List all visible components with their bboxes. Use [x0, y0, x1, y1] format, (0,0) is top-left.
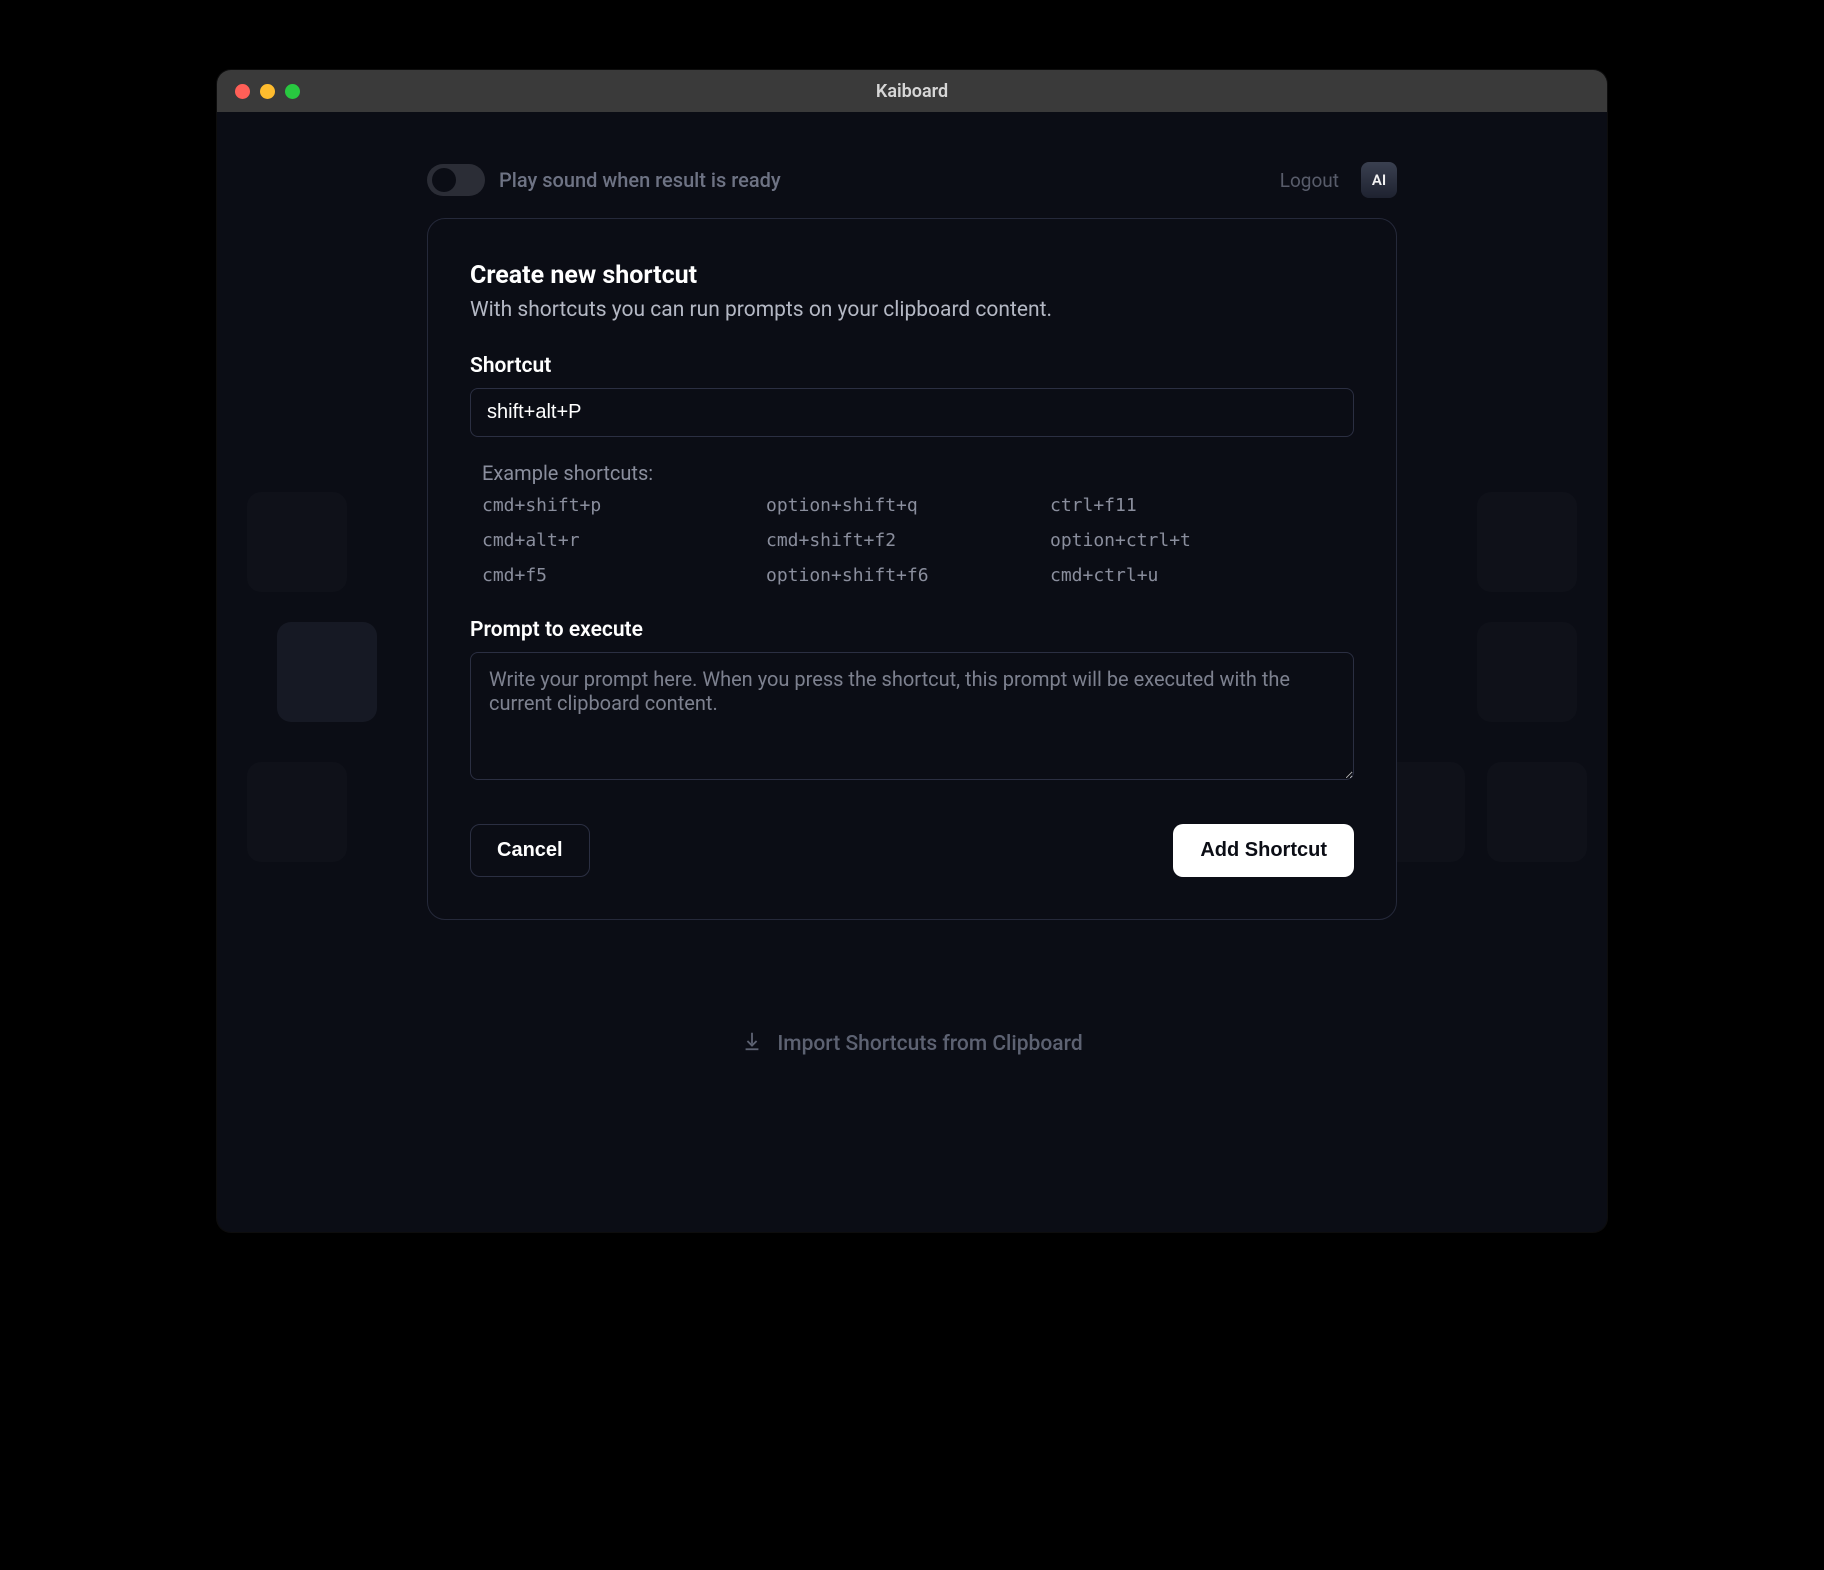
traffic-lights	[217, 84, 300, 99]
top-bar: Play sound when result is ready Logout A…	[427, 162, 1397, 198]
create-shortcut-card: Create new shortcut With shortcuts you c…	[427, 218, 1397, 920]
app-window: Kaiboard	[217, 70, 1607, 1232]
sound-toggle-group: Play sound when result is ready	[427, 164, 781, 196]
card-title: Create new shortcut	[470, 261, 1354, 290]
minimize-window-button[interactable]	[260, 84, 275, 99]
prompt-label: Prompt to execute	[470, 618, 1354, 642]
example-shortcut: cmd+ctrl+u	[1050, 565, 1314, 586]
examples-grid: cmd+shift+p option+shift+q ctrl+f11 cmd+…	[470, 495, 1354, 586]
examples-label: Example shortcuts:	[470, 461, 1354, 485]
window-title: Kaiboard	[217, 81, 1607, 102]
user-area: Logout AI	[1280, 162, 1397, 198]
button-row: Cancel Add Shortcut	[470, 824, 1354, 877]
sound-toggle[interactable]	[427, 164, 485, 196]
example-shortcut: option+shift+q	[766, 495, 1030, 516]
example-shortcut: option+ctrl+t	[1050, 530, 1314, 551]
shortcut-input[interactable]	[470, 388, 1354, 437]
cancel-button[interactable]: Cancel	[470, 824, 590, 877]
prompt-textarea[interactable]	[470, 652, 1354, 780]
example-shortcut: option+shift+f6	[766, 565, 1030, 586]
add-shortcut-button[interactable]: Add Shortcut	[1173, 824, 1354, 877]
maximize-window-button[interactable]	[285, 84, 300, 99]
example-shortcut: cmd+shift+f2	[766, 530, 1030, 551]
example-shortcut: ctrl+f11	[1050, 495, 1314, 516]
close-window-button[interactable]	[235, 84, 250, 99]
example-shortcut: cmd+shift+p	[482, 495, 746, 516]
logout-link[interactable]: Logout	[1280, 169, 1339, 192]
avatar[interactable]: AI	[1361, 162, 1397, 198]
example-shortcut: cmd+alt+r	[482, 530, 746, 551]
example-shortcut: cmd+f5	[482, 565, 746, 586]
shortcut-label: Shortcut	[470, 354, 1354, 378]
download-icon	[741, 1030, 763, 1058]
toggle-knob	[432, 168, 456, 192]
import-label: Import Shortcuts from Clipboard	[777, 1032, 1082, 1056]
content: Play sound when result is ready Logout A…	[217, 112, 1607, 1232]
sound-toggle-label: Play sound when result is ready	[499, 168, 781, 192]
card-subtitle: With shortcuts you can run prompts on yo…	[470, 298, 1354, 322]
titlebar: Kaiboard	[217, 70, 1607, 112]
import-shortcuts-button[interactable]: Import Shortcuts from Clipboard	[217, 1030, 1607, 1058]
